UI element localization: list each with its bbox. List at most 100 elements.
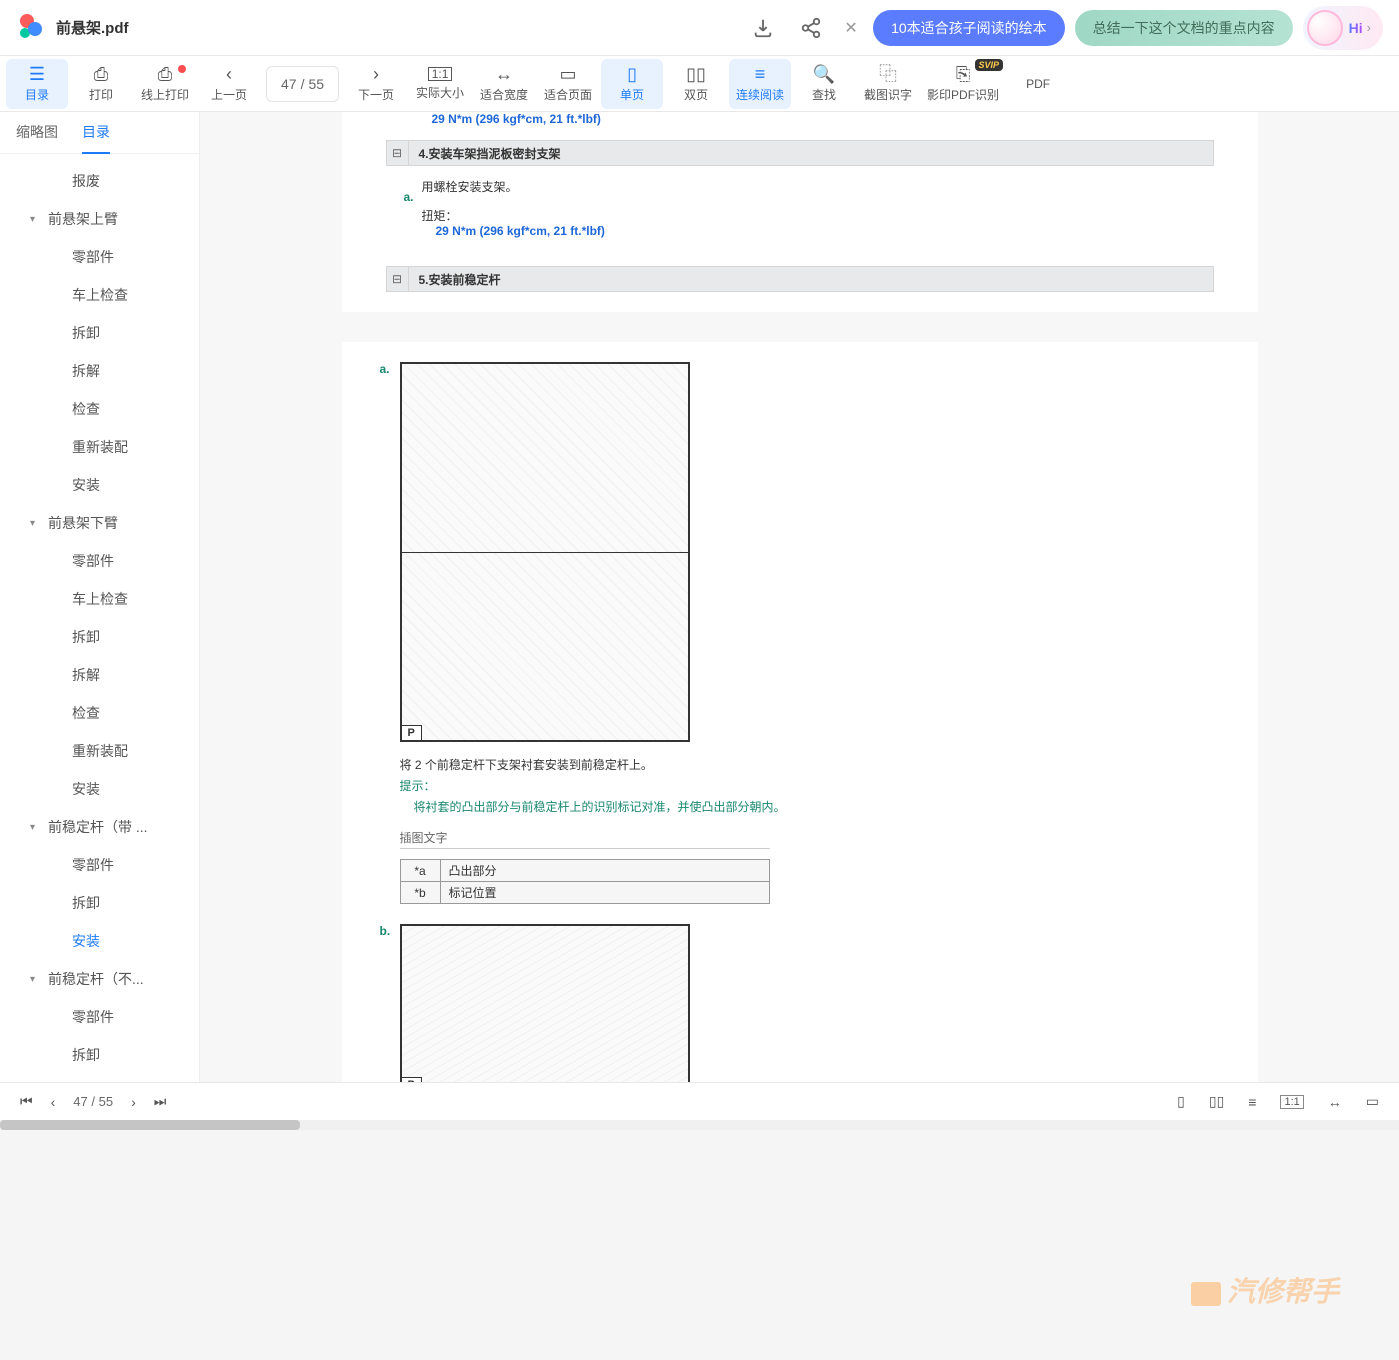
outline-item[interactable]: 重新装配 bbox=[0, 428, 199, 466]
outline-label: 安装 bbox=[72, 475, 100, 495]
outline-item[interactable]: ▾ 前悬架上臂 bbox=[0, 200, 199, 238]
figure-1-bottom: P bbox=[402, 553, 688, 741]
download-icon[interactable] bbox=[751, 16, 775, 40]
page-indicator[interactable]: 47 / 55 bbox=[266, 66, 339, 102]
tool-fit-page[interactable]: ▭ 适合页面 bbox=[537, 59, 599, 109]
caret-down-icon: ▾ bbox=[30, 518, 42, 529]
cloud-print-icon: ⎙ bbox=[158, 65, 172, 83]
outline-item[interactable]: 检查 bbox=[0, 390, 199, 428]
top-bar: 前悬架.pdf ✕ 10本适合孩子阅读的绘本 总结一下这个文档的重点内容 Hi … bbox=[0, 0, 1399, 56]
outline-item[interactable]: 车上检查 bbox=[0, 580, 199, 618]
outline-label: 重新装配 bbox=[72, 437, 128, 457]
continuous-icon: ≡ bbox=[755, 65, 766, 83]
outline-item[interactable]: 零部件 bbox=[0, 238, 199, 276]
outline-item[interactable]: ▾前稳定杆（不... bbox=[0, 960, 199, 998]
section-5-header[interactable]: ⊟ 5.安装前稳定杆 bbox=[386, 266, 1214, 292]
outline-item[interactable]: 检查 bbox=[0, 694, 199, 732]
outline-item[interactable]: 零部件 bbox=[0, 998, 199, 1036]
outline-item[interactable]: 车上检查 bbox=[0, 276, 199, 314]
prev-icon[interactable]: ‹ bbox=[51, 1094, 56, 1110]
tool-online-print[interactable]: ⎙ 线上打印 bbox=[134, 59, 196, 109]
tool-outline[interactable]: ☰ 目录 bbox=[6, 59, 68, 109]
tool-pdf[interactable]: PDF bbox=[1007, 59, 1069, 109]
search-icon: 🔍 bbox=[813, 65, 835, 83]
ai-assistant-button[interactable]: Hi › bbox=[1303, 6, 1383, 50]
step-letter-a: a. bbox=[380, 362, 390, 376]
caret-down-icon: ▾ bbox=[30, 822, 42, 833]
bottom-bar: ⏮ ‹ 47 / 55 › ⏭ ▯ ▯▯ ≡ 1:1 ↔ ▭ bbox=[0, 1082, 1399, 1120]
next-icon[interactable]: › bbox=[131, 1094, 136, 1110]
hi-label: Hi bbox=[1349, 20, 1363, 36]
tool-search[interactable]: 🔍 查找 bbox=[793, 59, 855, 109]
caret-down-icon: ▾ bbox=[30, 214, 42, 225]
outline-item[interactable]: 报废 bbox=[0, 162, 199, 200]
view-single-icon[interactable]: ▯ bbox=[1177, 1093, 1185, 1110]
view-1to1-icon[interactable]: 1:1 bbox=[1280, 1095, 1303, 1109]
tab-outline[interactable]: 目录 bbox=[82, 112, 110, 154]
outline-item[interactable]: 拆解 bbox=[0, 656, 199, 694]
tool-screenshot-ocr[interactable]: ⿻ 截图识字 bbox=[857, 59, 919, 109]
outline-item[interactable]: 拆卸 bbox=[0, 314, 199, 352]
view-continuous-icon[interactable]: ≡ bbox=[1248, 1094, 1256, 1110]
horizontal-scrollbar[interactable] bbox=[0, 1120, 1399, 1130]
outline-item[interactable]: 安装 bbox=[0, 770, 199, 808]
suggestion-pill-1[interactable]: 10本适合孩子阅读的绘本 bbox=[873, 10, 1065, 46]
avatar-icon bbox=[1307, 10, 1343, 46]
outline-label: 前悬架上臂 bbox=[48, 209, 118, 229]
tool-double-page[interactable]: ▯▯ 双页 bbox=[665, 59, 727, 109]
tool-label: 单页 bbox=[620, 86, 644, 103]
outline-item[interactable]: 拆卸 bbox=[0, 618, 199, 656]
view-double-icon[interactable]: ▯▯ bbox=[1209, 1093, 1224, 1110]
tool-prev-page[interactable]: ‹ 上一页 bbox=[198, 59, 260, 109]
p-badge: P bbox=[402, 725, 422, 740]
close-icon[interactable]: ✕ bbox=[839, 16, 863, 40]
outline-label: 零部件 bbox=[72, 1007, 114, 1027]
outline-item[interactable]: 安装 bbox=[0, 466, 199, 504]
fit-page-icon: ▭ bbox=[560, 65, 577, 83]
outline-item[interactable]: 拆卸 bbox=[0, 884, 199, 922]
outline-item[interactable]: 零部件 bbox=[0, 846, 199, 884]
collapse-icon[interactable]: ⊟ bbox=[387, 141, 409, 165]
view-fitpage-icon[interactable]: ▭ bbox=[1366, 1093, 1379, 1110]
outline-item[interactable]: 拆卸 bbox=[0, 1036, 199, 1074]
outline-item[interactable]: 安装 bbox=[0, 922, 199, 960]
table-row: *a凸出部分 bbox=[400, 860, 769, 882]
step-a-text: 将 2 个前稳定杆下支架衬套安装到前稳定杆上。 bbox=[400, 756, 1228, 773]
app-logo bbox=[16, 14, 44, 42]
tool-label: 实际大小 bbox=[416, 84, 464, 101]
section-4-header[interactable]: ⊟ 4.安装车架挡泥板密封支架 bbox=[386, 140, 1214, 166]
watermark: 汽修帮手 bbox=[1191, 1270, 1339, 1310]
sidebar-tabs: 缩略图 目录 bbox=[0, 112, 199, 154]
tool-actual-size[interactable]: 1:1 实际大小 bbox=[409, 59, 471, 109]
outline-item[interactable]: 零部件 bbox=[0, 542, 199, 580]
tool-next-page[interactable]: › 下一页 bbox=[345, 59, 407, 109]
tool-fit-width[interactable]: ↔ 适合宽度 bbox=[473, 59, 535, 109]
outline-item[interactable]: 重新装配 bbox=[0, 732, 199, 770]
tool-print[interactable]: ⎙ 打印 bbox=[70, 59, 132, 109]
tool-pdf-ocr[interactable]: SVIP ⎘ 影印PDF识别 bbox=[921, 59, 1005, 109]
chevron-right-icon: › bbox=[373, 65, 379, 83]
bb-page-indicator: 47 / 55 bbox=[73, 1094, 113, 1109]
svip-badge: SVIP bbox=[975, 59, 1004, 71]
tool-label: 打印 bbox=[89, 86, 113, 103]
collapse-icon[interactable]: ⊟ bbox=[387, 267, 409, 291]
tool-label: 适合宽度 bbox=[480, 86, 528, 103]
chevron-right-icon: › bbox=[1367, 20, 1371, 35]
outline-item[interactable]: 拆解 bbox=[0, 352, 199, 390]
outline-item[interactable]: ▾前悬架下臂 bbox=[0, 504, 199, 542]
toolbar: ☰ 目录 ⎙ 打印 ⎙ 线上打印 ‹ 上一页 47 / 55 › 下一页 1:1… bbox=[0, 56, 1399, 112]
tool-continuous[interactable]: ≡ 连续阅读 bbox=[729, 59, 791, 109]
first-page-icon[interactable]: ⏮ bbox=[20, 1093, 33, 1110]
content-area[interactable]: 29 N*m (296 kgf*cm, 21 ft.*lbf) ⊟ 4.安装车架… bbox=[200, 112, 1399, 1082]
tool-single-page[interactable]: ▯ 单页 bbox=[601, 59, 663, 109]
view-fitwidth-icon[interactable]: ↔ bbox=[1328, 1094, 1342, 1110]
outline-item[interactable]: ▾前稳定杆（带 ... bbox=[0, 808, 199, 846]
outline-label: 检查 bbox=[72, 703, 100, 723]
last-page-icon[interactable]: ⏭ bbox=[154, 1093, 167, 1110]
figure-2: P bbox=[400, 924, 690, 1082]
top-actions bbox=[751, 16, 823, 40]
tab-thumbnails[interactable]: 缩略图 bbox=[16, 112, 58, 154]
share-icon[interactable] bbox=[799, 16, 823, 40]
suggestion-pill-2[interactable]: 总结一下这个文档的重点内容 bbox=[1075, 10, 1293, 46]
outline-label: 车上检查 bbox=[72, 589, 128, 609]
